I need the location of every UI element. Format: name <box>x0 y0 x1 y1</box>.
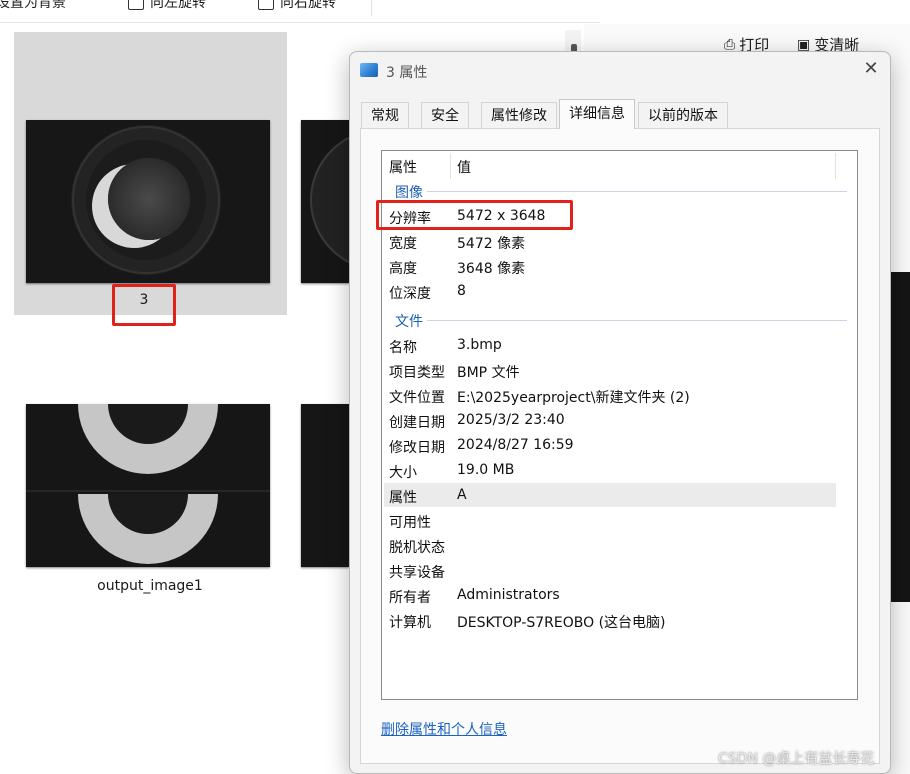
prop-name-folder-path: 文件位置 <box>389 390 445 406</box>
prop-value-size: 19.0 MB <box>457 462 515 478</box>
rotate-right-icon <box>258 0 274 10</box>
tab-general[interactable]: 常规 <box>361 102 409 128</box>
thumbnail-image-4[interactable] <box>301 404 349 567</box>
rotate-right-button[interactable]: 向右旋转 <box>258 0 336 12</box>
group-divider <box>427 191 847 192</box>
prop-name-date-created: 创建日期 <box>389 415 445 431</box>
selected-row-highlight[interactable] <box>384 483 836 507</box>
properties-dialog: 3 属性 ✕ 常规 安全 属性修改 详细信息 以前的版本 属性 值 图像 分辨率… <box>349 51 891 774</box>
thumbnail-image-3[interactable] <box>26 120 270 283</box>
remove-properties-link[interactable]: 删除属性和个人信息 <box>381 719 507 739</box>
tab-details[interactable]: 详细信息 <box>559 99 635 129</box>
column-separator[interactable] <box>835 153 836 179</box>
details-list[interactable]: 属性 值 图像 分辨率 5472 x 3648 宽度 5472 像素 高度 36… <box>381 150 858 700</box>
filename-highlight-box <box>112 284 176 326</box>
prop-name-offline-status: 脱机状态 <box>389 540 445 556</box>
close-button[interactable]: ✕ <box>860 58 882 80</box>
prop-value-attributes: A <box>457 487 467 503</box>
group-divider <box>427 320 847 321</box>
dialog-title: 3 属性 <box>386 65 428 81</box>
set-background-label: 设置为背景 <box>0 0 66 11</box>
prop-name-attributes: 属性 <box>389 490 417 506</box>
thumbnail-image-2[interactable] <box>301 120 349 283</box>
prop-value-height: 3648 像素 <box>457 261 526 277</box>
column-separator[interactable] <box>450 153 451 179</box>
rotate-right-label: 向右旋转 <box>280 0 336 11</box>
prop-value-computer: DESKTOP-S7REOBO (这台电脑) <box>457 615 666 631</box>
file-name-output-image1[interactable]: output_image1 <box>26 578 274 594</box>
tab-attribute-edit[interactable]: 属性修改 <box>481 102 557 128</box>
prop-name-filename: 名称 <box>389 340 417 356</box>
set-background-button[interactable]: 设置为背景 <box>0 0 66 12</box>
column-header-value[interactable]: 值 <box>457 157 471 177</box>
prop-name-availability: 可用性 <box>389 515 431 531</box>
rotate-left-icon <box>128 0 144 10</box>
tab-security[interactable]: 安全 <box>421 102 469 128</box>
prop-value-folder-path: E:\2025yearproject\新建文件夹 (2) <box>457 390 690 406</box>
prop-name-owner: 所有者 <box>389 590 431 606</box>
tab-previous-versions[interactable]: 以前的版本 <box>638 102 728 128</box>
prop-name-item-type: 项目类型 <box>389 365 445 381</box>
rotate-left-button[interactable]: 向左旋转 <box>128 0 206 12</box>
prop-name-date-modified: 修改日期 <box>389 440 445 456</box>
group-heading-image: 图像 <box>395 185 423 201</box>
prop-value-date-modified: 2024/8/27 16:59 <box>457 437 574 453</box>
prop-value-owner: Administrators <box>457 587 560 603</box>
prop-value-bit-depth: 8 <box>457 283 466 299</box>
rotate-left-label: 向左旋转 <box>150 0 206 11</box>
watermark: CSDN @桌上有盆长寿花 <box>718 751 875 767</box>
prop-name-computer: 计算机 <box>389 615 431 631</box>
prop-name-size: 大小 <box>389 465 417 481</box>
prop-value-date-created: 2025/3/2 23:40 <box>457 412 565 428</box>
prop-name-height: 高度 <box>389 261 417 277</box>
prop-name-width: 宽度 <box>389 236 417 252</box>
group-heading-file: 文件 <box>395 314 423 330</box>
column-header-property[interactable]: 属性 <box>389 157 417 177</box>
thumbnail-output-image1[interactable] <box>26 404 270 567</box>
preview-image <box>890 272 910 602</box>
resolution-highlight-box <box>376 200 573 230</box>
prop-name-bit-depth: 位深度 <box>389 286 431 302</box>
toolbar-divider <box>371 0 372 16</box>
image-file-icon <box>360 63 378 77</box>
close-icon: ✕ <box>863 58 879 79</box>
prop-value-width: 5472 像素 <box>457 236 526 252</box>
prop-name-shared-with: 共享设备 <box>389 565 445 581</box>
prop-value-item-type: BMP 文件 <box>457 365 520 381</box>
explorer-toolbar: 设置为背景 向左旋转 向右旋转 <box>0 0 600 23</box>
prop-value-filename: 3.bmp <box>457 337 502 353</box>
